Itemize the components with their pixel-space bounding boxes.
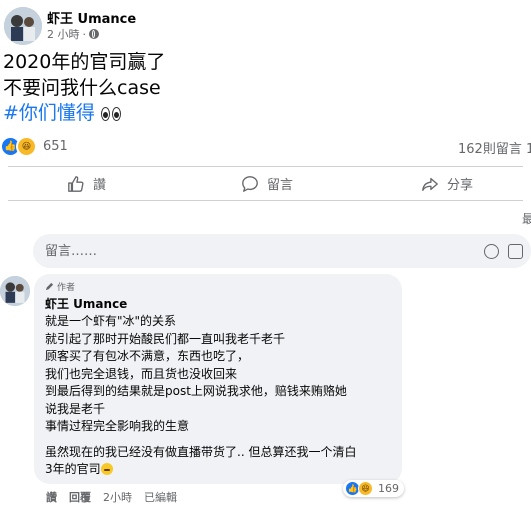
like-icon (68, 175, 84, 192)
comment-line: 就是一个虾有"冰"的关系 (45, 314, 177, 328)
haha-reaction-icon: 😆 (358, 481, 373, 496)
comment-text: 就是一个虾有"冰"的关系 就引起了那时开始酸民们都一直叫我老千老千 顾客买了有包… (45, 313, 356, 479)
comment-line-last: 3年的官司 (45, 461, 356, 479)
like-button[interactable]: 讚 (67, 174, 106, 193)
post-text-line-1: 2020年的官司赢了 (3, 51, 166, 73)
comment-avatar-image (0, 276, 30, 306)
post-author-avatar[interactable] (4, 7, 42, 45)
comment-input-container (33, 234, 531, 268)
comment-line: 事情过程完全影响我的生意 (45, 419, 190, 433)
comment-line: 说我是老千 (45, 401, 106, 416)
emoji-icon[interactable] (484, 244, 499, 259)
divider-bottom (8, 200, 523, 201)
comment-label: 留言 (267, 178, 294, 193)
post-time[interactable]: 2 小時 (47, 26, 80, 42)
comment-line: 我们也完全退钱，而且货也没收回来 (45, 366, 238, 381)
comment-reaction-count: 169 (378, 482, 399, 495)
share-icon (422, 177, 438, 191)
comment-edited-label: 已編輯 (144, 491, 177, 504)
post-reactions-summary[interactable]: 👍 😆 651 (0, 136, 68, 157)
post-reaction-count: 651 (43, 139, 68, 154)
like-label: 讚 (93, 178, 107, 193)
post-meta: 2 小時 · (47, 26, 99, 42)
comment-line: 顾客买了有包冰不满意，东西也吃了， (45, 349, 250, 363)
post-comment-count[interactable]: 162則留言 1 (458, 138, 531, 157)
comment-like-button[interactable]: 讚 (46, 489, 57, 505)
comment-time[interactable]: 2小時 (103, 489, 132, 505)
haha-reaction-icon: 😆 (16, 136, 37, 157)
eyes-emoji-icon (100, 106, 121, 121)
post-hashtag[interactable]: #你们懂得 (3, 102, 95, 124)
globe-icon (89, 29, 99, 39)
comment-line: 到最后得到的结果就是post上网说我求他，赔钱来贿赂她 (45, 384, 347, 398)
pencil-icon (45, 282, 54, 291)
comment-reply-button[interactable]: 回覆 (69, 489, 91, 505)
comment-author-avatar[interactable] (0, 276, 30, 306)
comment-bubble: 作者 虾王 Umance 就是一个虾有"冰"的关系 就引起了那时开始酸民们都一直… (34, 274, 402, 484)
comment-line: 就引起了那时开始酸民们都一直叫我老千老千 (45, 331, 286, 346)
share-button[interactable]: 分享 (421, 174, 473, 193)
share-label: 分享 (447, 178, 474, 193)
comment-sort-dropdown[interactable]: 最 (522, 210, 531, 227)
comment-input[interactable] (33, 234, 465, 268)
comment-icon (242, 175, 258, 192)
sweat-smile-emoji-icon (100, 463, 113, 475)
viewer-avatar (0, 237, 30, 267)
comment-line: 虽然现在的我已经没有做直播带货了.. 但总算还我一个清白 (45, 444, 357, 459)
post-author-name[interactable]: 虾王 Umance (47, 8, 136, 27)
post-text-line-2: 不要问我什么case (3, 77, 161, 99)
comment-actions: 讚 回覆 2小時 已編輯 (46, 489, 177, 505)
avatar-image (4, 7, 42, 45)
comment-author-name[interactable]: 虾王 Umance (45, 295, 127, 312)
camera-icon[interactable] (508, 244, 523, 259)
comment-button[interactable]: 留言 (241, 174, 293, 193)
post-text-line-3: #你们懂得 (3, 100, 121, 126)
comment-reactions[interactable]: 👍 😆 169 (343, 480, 404, 497)
author-badge: 作者 (45, 280, 75, 293)
divider-top (8, 166, 523, 167)
